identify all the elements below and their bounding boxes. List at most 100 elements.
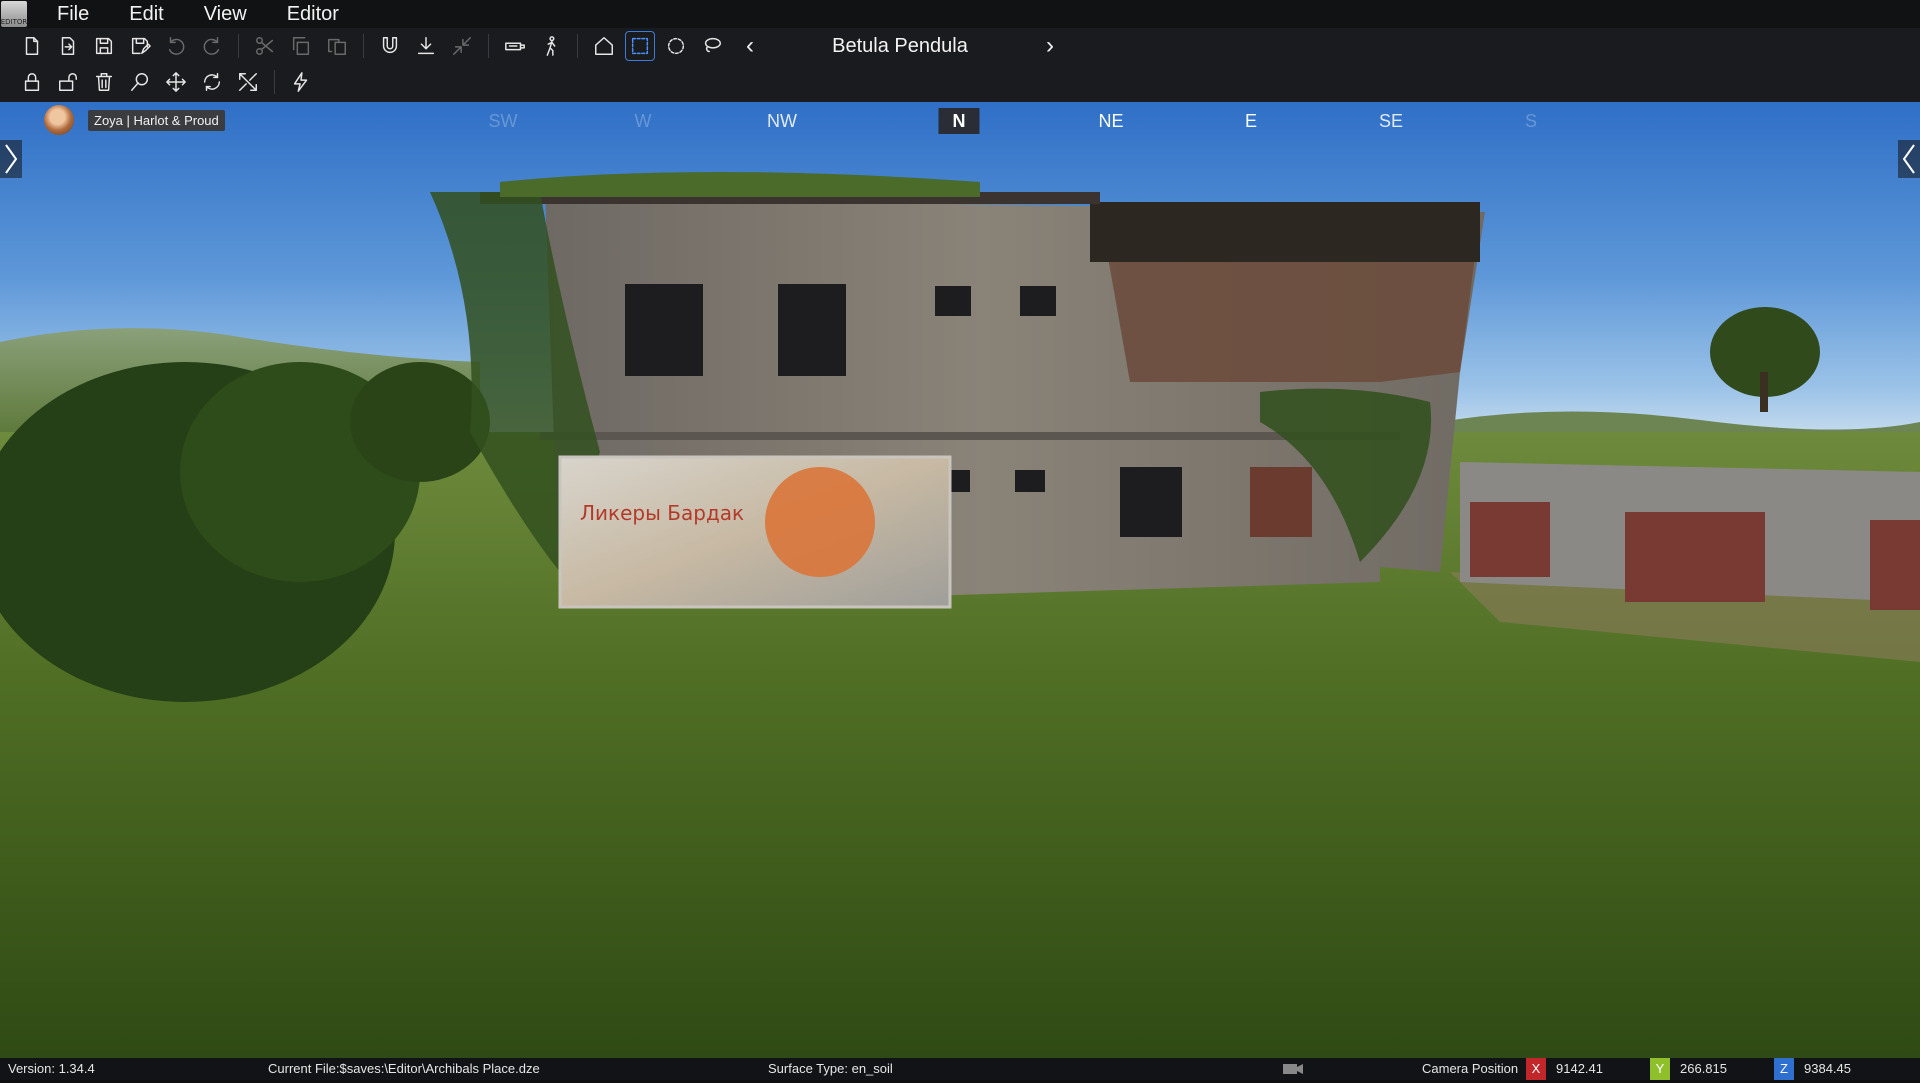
compass-sw: SW	[488, 111, 518, 131]
new-file-button[interactable]	[18, 32, 46, 60]
camera-x-value: 9142.41	[1556, 1061, 1603, 1076]
app-logo: EDITOR	[1, 1, 27, 27]
y-axis-badge: Y	[1650, 1058, 1670, 1080]
snap-magnet-button[interactable]	[376, 32, 404, 60]
toolbar-separator	[238, 34, 239, 58]
delete-button[interactable]	[90, 68, 118, 96]
walk-icon	[546, 36, 556, 56]
unlock-icon	[59, 73, 77, 91]
search-icon	[131, 73, 149, 91]
menu-file[interactable]: File	[39, 0, 111, 28]
lightning-icon	[293, 72, 308, 92]
redo-button[interactable]	[198, 32, 226, 60]
camera-tool-button[interactable]	[501, 32, 529, 60]
ground-snap-icon	[417, 37, 435, 55]
camera-y: Y 266.815	[1650, 1058, 1727, 1080]
compass-e: E	[1244, 111, 1258, 131]
lasso-select-button[interactable]	[698, 32, 726, 60]
avatar[interactable]	[44, 105, 74, 135]
z-axis-badge: Z	[1774, 1058, 1794, 1080]
status-bar: Version: 1.34.4 Current File:$saves:\Edi…	[0, 1058, 1920, 1080]
right-panel-toggle[interactable]	[1898, 140, 1920, 178]
menu-editor[interactable]: Editor	[269, 0, 361, 28]
copy-icon	[292, 37, 310, 55]
open-file-icon	[61, 37, 75, 55]
scale-button[interactable]	[234, 68, 262, 96]
compass-n: N	[938, 108, 980, 134]
circle-select-icon	[667, 37, 685, 55]
walk-mode-button[interactable]	[537, 32, 565, 60]
current-file-label: Current File:$saves:\Editor\Archibals Pl…	[268, 1061, 540, 1076]
save-as-icon	[131, 37, 151, 55]
new-file-icon	[25, 37, 39, 55]
app-logo-text: EDITOR	[0, 18, 28, 26]
lock-icon	[24, 73, 40, 91]
x-axis-badge: X	[1526, 1058, 1546, 1080]
scene-render: Ликеры Бардак	[0, 172, 1920, 1058]
lasso-select-icon	[704, 37, 721, 53]
previous-object-button[interactable]: ‹	[735, 32, 765, 60]
box-select-button[interactable]	[625, 31, 655, 61]
redo-icon	[203, 37, 220, 55]
box-select-icon	[631, 37, 649, 55]
home-button[interactable]	[590, 32, 618, 60]
paste-button[interactable]	[323, 32, 351, 60]
toolbar-separator	[488, 34, 489, 58]
compass-strip: SW W NW N NE E SE S	[0, 108, 1920, 134]
camera-x: X 9142.41	[1526, 1058, 1603, 1080]
compass-w: W	[634, 111, 652, 131]
circle-select-button[interactable]	[662, 32, 690, 60]
collapse-icon	[453, 37, 471, 55]
home-icon	[595, 37, 613, 55]
cut-icon	[256, 37, 274, 55]
toolbar-area: ‹ Betula Pendula ›	[0, 28, 1920, 102]
lightning-button[interactable]	[287, 68, 315, 96]
menu-bar: EDITOR File Edit View Editor	[0, 0, 1920, 28]
save-icon	[95, 37, 113, 55]
search-button[interactable]	[126, 68, 154, 96]
chevron-right-icon	[5, 144, 18, 174]
toolbar-separator	[274, 70, 275, 94]
user-tag: Zoya | Harlot & Proud	[44, 105, 225, 135]
toolbar-row-main	[18, 28, 726, 64]
open-file-button[interactable]	[54, 32, 82, 60]
rotate-button[interactable]	[198, 68, 226, 96]
copy-button[interactable]	[287, 32, 315, 60]
save-button[interactable]	[90, 32, 118, 60]
magnet-icon	[382, 37, 398, 54]
next-object-button[interactable]: ›	[1035, 32, 1065, 60]
toolbar-row-transform	[18, 64, 315, 100]
rotate-icon	[203, 73, 221, 91]
camera-icon	[1282, 1058, 1304, 1083]
version-label: Version: 1.34.4	[8, 1061, 95, 1076]
menu-edit[interactable]: Edit	[111, 0, 185, 28]
user-name: Zoya | Harlot & Proud	[88, 109, 225, 131]
camera-y-value: 266.815	[1680, 1061, 1727, 1076]
undo-icon	[168, 37, 185, 55]
billboard-text: Ликеры Бардак	[580, 501, 744, 525]
lock-button[interactable]	[18, 68, 46, 96]
delete-icon	[95, 73, 113, 91]
move-icon	[166, 72, 186, 92]
compass-nw: NW	[767, 111, 797, 131]
object-navigator: ‹ Betula Pendula ›	[735, 28, 1065, 64]
left-panel-toggle[interactable]	[0, 140, 22, 178]
unlock-button[interactable]	[54, 68, 82, 96]
viewport-3d[interactable]: Ликеры Бардак SW W NW N NE E SE S Zoya |…	[0, 102, 1920, 1058]
move-button[interactable]	[162, 68, 190, 96]
selected-object-name: Betula Pendula	[832, 34, 968, 57]
undo-button[interactable]	[162, 32, 190, 60]
scale-icon	[239, 73, 257, 91]
menu-view[interactable]: View	[186, 0, 269, 28]
surface-type-label: Surface Type: en_soil	[768, 1061, 893, 1076]
toolbar-separator	[363, 34, 364, 58]
cut-button[interactable]	[251, 32, 279, 60]
compass-se: SE	[1378, 111, 1404, 131]
ground-snap-button[interactable]	[412, 32, 440, 60]
save-as-button[interactable]	[126, 32, 154, 60]
camera-tool-icon	[505, 42, 525, 51]
paste-icon	[328, 38, 346, 55]
camera-position-label: Camera Position	[1422, 1061, 1519, 1076]
collapse-button[interactable]	[448, 32, 476, 60]
chevron-left-icon	[1902, 144, 1915, 174]
